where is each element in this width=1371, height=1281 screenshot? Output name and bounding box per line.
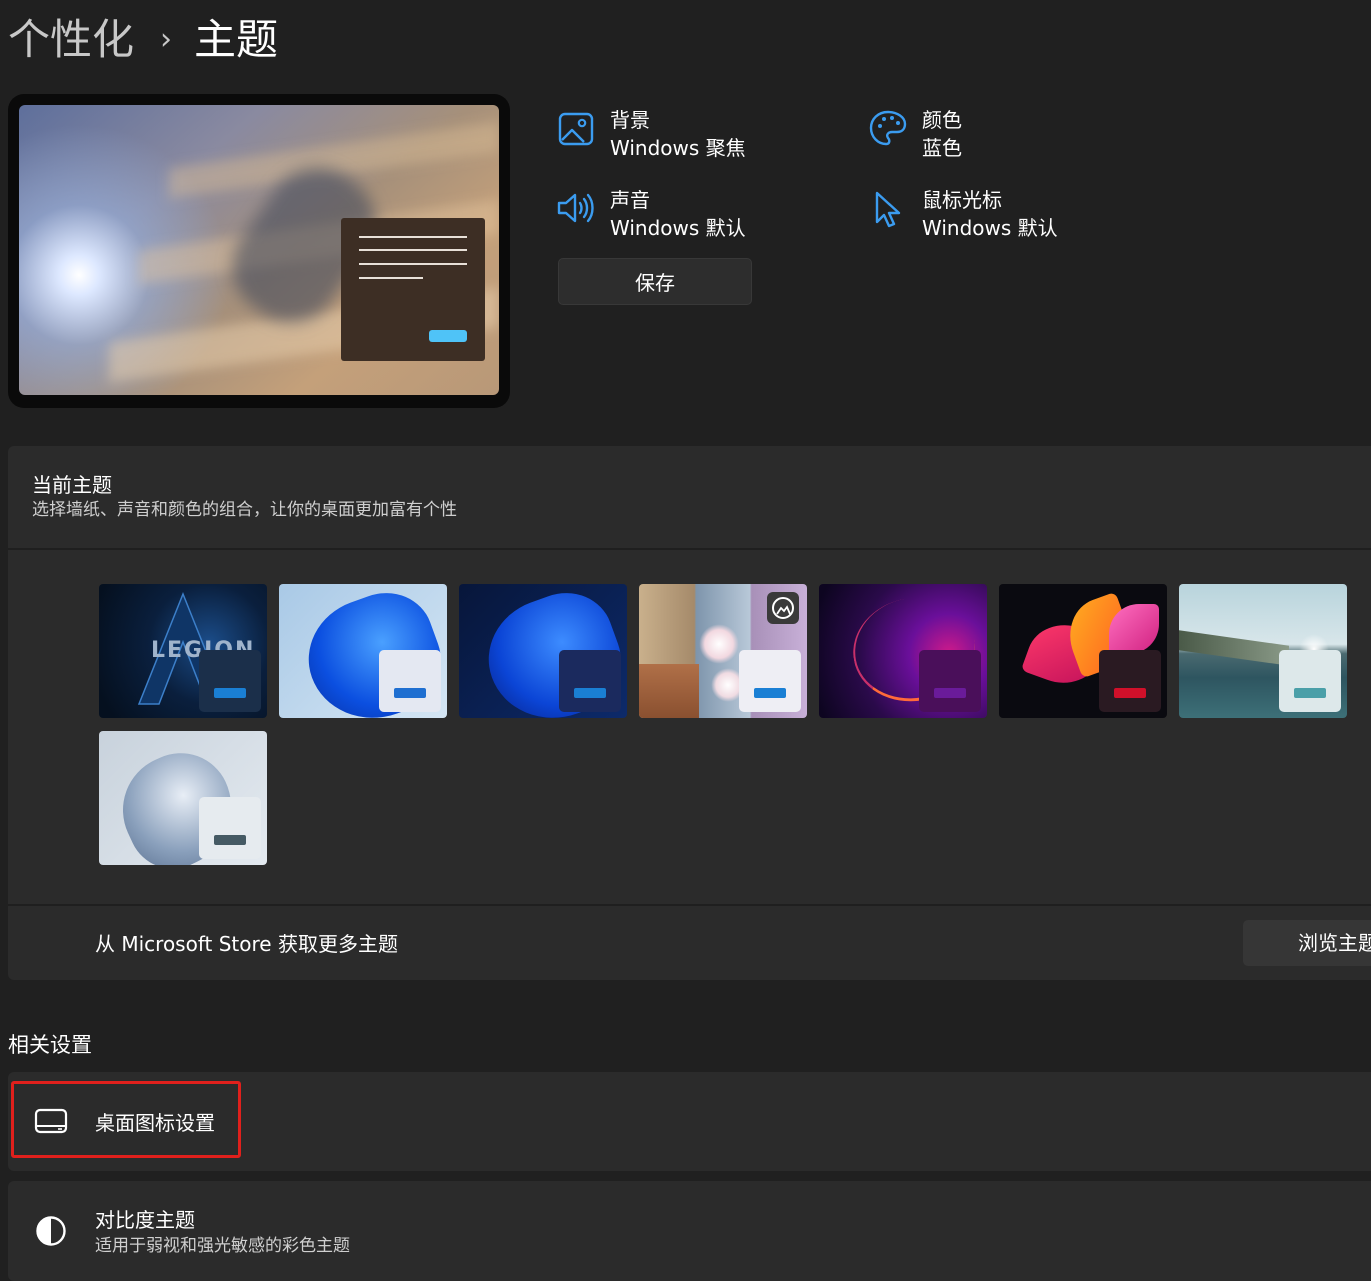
theme-tile-spotlight[interactable] bbox=[639, 584, 807, 718]
breadcrumb-parent[interactable]: 个性化 bbox=[8, 12, 134, 68]
theme-tile-legion[interactable]: LEGION bbox=[99, 584, 267, 718]
store-row: 从 Microsoft Store 获取更多主题 浏览主题 bbox=[8, 904, 1371, 982]
background-label: 背景 bbox=[610, 108, 650, 132]
theme-tile-windows-dark[interactable] bbox=[459, 584, 627, 718]
contrast-themes-row[interactable]: 对比度主题 适用于弱视和强光敏感的彩色主题 bbox=[8, 1181, 1371, 1281]
chevron-right-icon: › bbox=[160, 22, 173, 57]
sound-label: 声音 bbox=[610, 188, 650, 212]
preview-accent-button bbox=[429, 330, 467, 342]
sound-setting[interactable]: 声音 Windows 默认 bbox=[556, 186, 746, 242]
theme-tile-glow[interactable] bbox=[819, 584, 987, 718]
cursor-setting[interactable]: 鼠标光标 Windows 默认 bbox=[868, 186, 1058, 242]
background-value: Windows 聚焦 bbox=[610, 136, 746, 160]
related-settings-title: 相关设置 bbox=[8, 1033, 92, 1057]
theme-tile-sunrise[interactable] bbox=[1179, 584, 1347, 718]
mouse-pointer-icon bbox=[875, 191, 901, 228]
spotlight-icon bbox=[767, 592, 799, 624]
picture-icon bbox=[558, 112, 594, 146]
color-setting[interactable]: 颜色 蓝色 bbox=[868, 106, 962, 162]
browse-themes-button[interactable]: 浏览主题 bbox=[1243, 920, 1371, 966]
current-theme-title: 当前主题 bbox=[32, 473, 112, 497]
contrast-themes-label: 对比度主题 bbox=[95, 1208, 195, 1232]
preview-wallpaper bbox=[19, 105, 499, 395]
theme-preview bbox=[8, 94, 510, 408]
cursor-label: 鼠标光标 bbox=[922, 188, 1002, 212]
theme-tile-flow[interactable] bbox=[99, 731, 267, 865]
theme-tile-windows-light[interactable] bbox=[279, 584, 447, 718]
current-theme-header[interactable]: 当前主题 选择墙纸、声音和颜色的组合，让你的桌面更加富有个性 bbox=[8, 446, 1371, 550]
save-button[interactable]: 保存 bbox=[558, 258, 752, 305]
breadcrumb: 个性化 › 主题 bbox=[8, 12, 278, 68]
sound-value: Windows 默认 bbox=[610, 216, 746, 240]
cursor-value: Windows 默认 bbox=[922, 216, 1058, 240]
background-setting[interactable]: 背景 Windows 聚焦 bbox=[556, 106, 746, 162]
current-theme-subtitle: 选择墙纸、声音和颜色的组合，让你的桌面更加富有个性 bbox=[32, 500, 457, 520]
current-theme-card: 当前主题 选择墙纸、声音和颜色的组合，让你的桌面更加富有个性 LEGION bbox=[8, 446, 1371, 980]
color-value: 蓝色 bbox=[922, 136, 962, 160]
store-text: 从 Microsoft Store 获取更多主题 bbox=[95, 932, 398, 956]
highlight-box bbox=[11, 1081, 241, 1158]
contrast-icon bbox=[36, 1216, 66, 1246]
page-title: 主题 bbox=[194, 15, 279, 64]
speaker-icon bbox=[557, 193, 594, 223]
theme-tile-captured-motion[interactable] bbox=[999, 584, 1167, 718]
palette-icon bbox=[869, 110, 907, 146]
preview-window bbox=[341, 218, 485, 361]
color-label: 颜色 bbox=[922, 108, 962, 132]
contrast-themes-description: 适用于弱视和强光敏感的彩色主题 bbox=[95, 1236, 350, 1256]
